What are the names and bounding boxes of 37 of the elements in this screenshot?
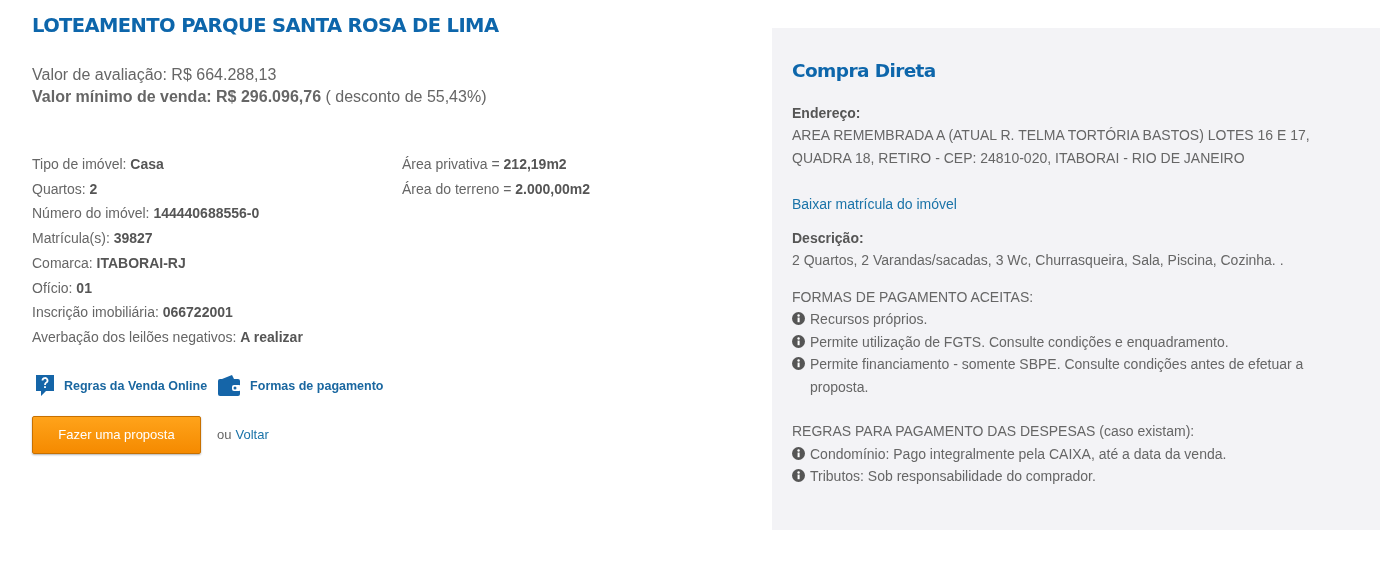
field-label: Descrição: bbox=[792, 229, 865, 248]
or-text: ou bbox=[217, 427, 232, 443]
info-icon bbox=[792, 334, 805, 348]
info-text: Condomínio: Pago integralmente pela CAIXA, até a data da venda. bbox=[810, 444, 1227, 464]
info-icon bbox=[792, 312, 805, 325]
info-icon bbox=[792, 357, 805, 370]
info-text: Tributos: Sob responsabilidade do comprador. bbox=[810, 467, 1096, 486]
detail-text: Quartos: 2 bbox=[32, 179, 99, 199]
info-icon bbox=[792, 446, 805, 460]
section-heading: REGRAS PARA PAGAMENTO DAS DESPESAS (caso existam): bbox=[792, 422, 1196, 441]
area-text: Área privativa = 212,19m2 bbox=[402, 155, 568, 174]
detail-text: Matrícula(s): 39827 bbox=[32, 229, 154, 249]
info-text: Permite financiamento - somente SBPE. Consulte condições antes de efetuar a proposta. bbox=[810, 355, 1305, 397]
detail-text: Averbação dos leilões negativos: A realizar bbox=[32, 327, 304, 347]
back-link[interactable]: Voltar bbox=[235, 427, 269, 443]
field-label: Endereço: bbox=[792, 104, 862, 123]
download-link[interactable]: Baixar matrícula do imóvel bbox=[792, 193, 957, 215]
detail-text: Número do imóvel: 144440688556-0 bbox=[32, 204, 261, 224]
area-text: Área do terreno = 2.000,00m2 bbox=[402, 179, 590, 199]
detail-text: Ofício: 01 bbox=[32, 278, 93, 298]
link[interactable]: Formas de pagamento bbox=[250, 378, 384, 393]
section-heading: FORMAS DE PAGAMENTO ACEITAS: bbox=[792, 287, 1035, 307]
info-text: Permite utilização de FGTS. Consulte condições e enquadramento. bbox=[810, 332, 1229, 352]
panel-title: Compra Direta bbox=[792, 60, 937, 81]
wallet-icon bbox=[217, 374, 242, 397]
minimum-price-text: Valor mínimo de venda: R$ 296.096,76 ( desconto de 55,43%) bbox=[32, 87, 488, 107]
question-icon bbox=[35, 373, 55, 398]
detail-text: Comarca: ITABORAI-RJ bbox=[32, 253, 187, 273]
link[interactable]: Regras da Venda Online bbox=[64, 378, 208, 393]
info-icon bbox=[792, 469, 805, 482]
valuation-text: Valor de avaliação: R$ 664.288,13 bbox=[32, 65, 278, 85]
address-text: AREA REMEMBRADA A (ATUAL R. TELMA TORTÓRIA BASTOS) LOTES 16 E 17, QUADRA 18, RETIRO - CEP: 24810-020, ITABORAI - RIO DE JANEIRO bbox=[792, 126, 1311, 168]
detail-text: Tipo de imóvel: Casa bbox=[32, 155, 165, 174]
page-title: LOTEAMENTO PARQUE SANTA ROSA DE LIMA bbox=[32, 14, 500, 37]
description-text: 2 Quartos, 2 Varandas/sacadas, 3 Wc, Churrasqueira, Sala, Piscina, Cozinha. . bbox=[792, 251, 1285, 270]
detail-text: Inscrição imobiliária: 066722001 bbox=[32, 303, 234, 323]
info-text: Recursos próprios. bbox=[810, 310, 928, 329]
